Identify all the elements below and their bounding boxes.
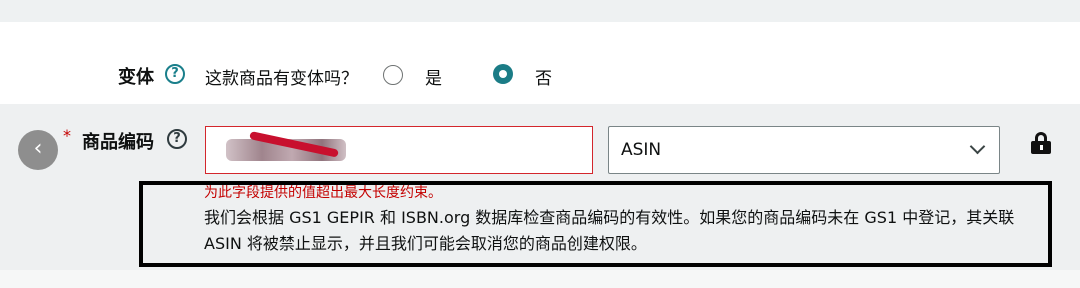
variation-yes-label[interactable]: 是 [425,64,442,89]
top-strip [0,0,1080,22]
variation-no-radio[interactable] [493,64,513,84]
variation-question: 这款商品有变体吗？ [205,69,358,89]
chevron-down-icon [969,138,986,155]
required-marker: * [63,126,71,145]
product-code-info: 我们会根据 GS1 GEPIR 和 ISBN.org 数据库检查商品编码的有效性… [204,208,1015,253]
product-code-type-value: ASIN [621,140,662,160]
product-code-label: 商品编码 [82,132,154,153]
variation-yes-radio[interactable] [383,65,403,85]
lock-icon [1031,132,1051,154]
variation-help-icon[interactable]: ? [165,64,185,84]
chevron-left-icon: ‹ [33,136,43,161]
bottom-strip [0,270,1080,288]
variation-label: 变体 [118,67,154,88]
product-code-type-select[interactable]: ASIN [608,126,1000,174]
back-button[interactable]: ‹ [18,130,58,170]
variation-no-label[interactable]: 否 [535,64,552,89]
product-code-help-icon[interactable]: ? [167,129,187,149]
